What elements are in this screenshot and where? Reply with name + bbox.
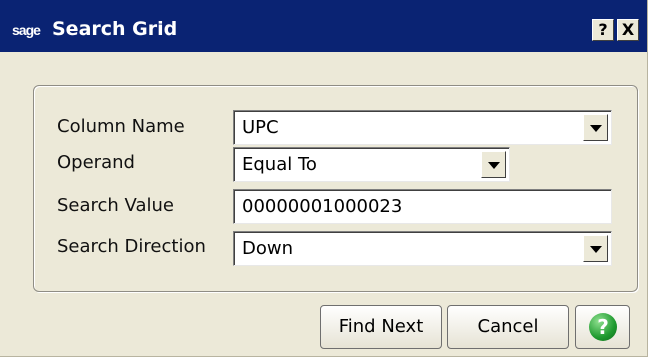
operand-value: Equal To: [242, 154, 317, 175]
search-value-text: 00000001000023: [242, 196, 403, 217]
search-direction-label: Search Direction: [57, 236, 206, 257]
search-direction-dropdown[interactable]: Down: [233, 231, 612, 266]
operand-dropdown-button[interactable]: [481, 151, 506, 178]
chevron-down-icon: [590, 125, 602, 132]
search-direction-dropdown-button[interactable]: [583, 235, 608, 262]
titlebar-help-button[interactable]: ?: [592, 19, 614, 41]
title-bar[interactable]: sage Search Grid ? X: [0, 0, 647, 52]
help-icon: ?: [589, 313, 617, 341]
sage-logo: sage: [12, 22, 41, 38]
operand-dropdown[interactable]: Equal To: [233, 147, 510, 182]
column-name-dropdown-button[interactable]: [583, 114, 608, 141]
chevron-down-icon: [488, 162, 500, 169]
column-name-label: Column Name: [57, 116, 185, 137]
operand-label: Operand: [57, 152, 135, 173]
search-grid-dialog: sage Search Grid ? X Column Name UPC Ope…: [0, 0, 648, 357]
search-value-label: Search Value: [57, 195, 174, 216]
close-button[interactable]: X: [617, 19, 639, 41]
search-direction-value: Down: [242, 238, 294, 259]
help-button[interactable]: ?: [575, 305, 630, 349]
cancel-button[interactable]: Cancel: [447, 305, 569, 349]
search-value-input[interactable]: 00000001000023: [233, 189, 612, 224]
find-next-button[interactable]: Find Next: [320, 305, 442, 349]
window-title: Search Grid: [52, 18, 178, 40]
column-name-value: UPC: [242, 117, 279, 138]
chevron-down-icon: [590, 246, 602, 253]
column-name-dropdown[interactable]: UPC: [233, 110, 612, 145]
